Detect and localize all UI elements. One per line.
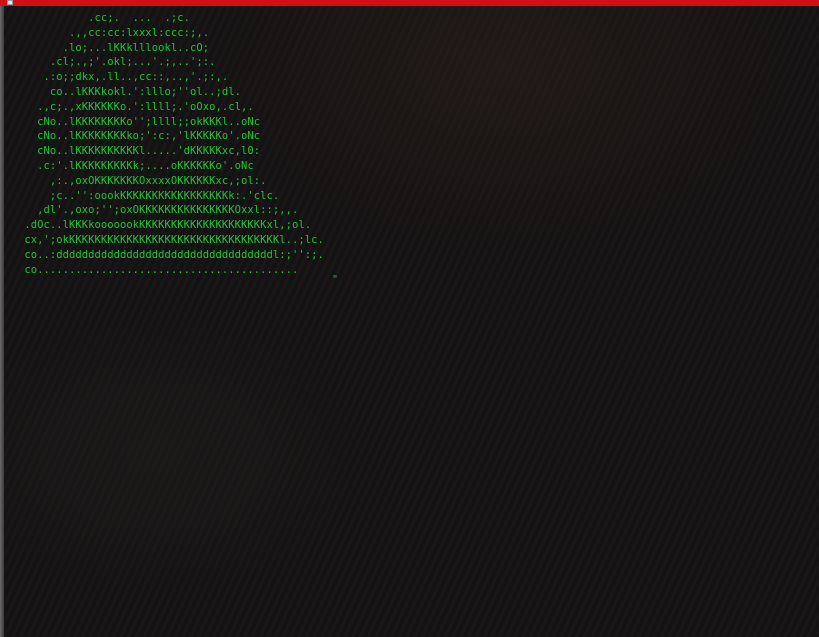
ascii-line: co......................................… bbox=[18, 263, 299, 276]
ascii-line: cx,';okKKKKKKKKKKKKKKKKKKKKKKKKKKKKKKKKK… bbox=[18, 233, 324, 246]
ascii-line: co..:ddddddddddddddddddddddddddddddddddl… bbox=[18, 248, 324, 261]
ascii-line: .cl;.,;'.okl;...'.;,..';:. bbox=[18, 56, 216, 69]
ascii-line: .lo;...lKKklllookl..cO; bbox=[18, 41, 210, 54]
ascii-art-output: .cc;. ... .;c. .,,cc:cc:lxxxl:ccc:;,. .l… bbox=[18, 11, 324, 277]
ascii-line: cNo..lKKKKKKKKo'';llll;;okKKKl..oNc bbox=[18, 115, 261, 128]
terminal-cursor-mark: " bbox=[332, 274, 339, 285]
ascii-line: .,c;.,xKKKKKKo.':llll;.'oOxo,.cl,. bbox=[18, 100, 254, 113]
ascii-line: ;c..'':oookKKKKKKKKKKKKKKKKKk:.'clc. bbox=[18, 189, 280, 202]
ascii-line: cNo..lKKKKKKKKKKl.....'dKKKKKxc,l0: bbox=[18, 145, 261, 158]
ascii-line: .,,cc:cc:lxxxl:ccc:;,. bbox=[18, 26, 210, 39]
ascii-line: .:o;;dkx,.ll..,cc::,..,'.;:,. bbox=[18, 71, 229, 84]
ascii-line: co..lKKKkokl.':lllo;''ol..;dl. bbox=[18, 85, 242, 98]
ascii-line: ,:.,oxOKKKKKKKOxxxxOKKKKKKxc,;ol:. bbox=[18, 174, 267, 187]
ascii-line: .c:'.lKKKKKKKKKk;....oKKKKKKo'.oNc bbox=[18, 159, 254, 172]
ascii-line: .cc;. ... .;c. bbox=[18, 12, 191, 24]
terminal-window[interactable]: .cc;. ... .;c. .,,cc:cc:lxxxl:ccc:;,. .l… bbox=[4, 6, 819, 637]
ascii-line: .dOc..lKKKkooooookKKKKKKKKKKKKKKKKKKKKxl… bbox=[18, 219, 312, 232]
window-menu-icon[interactable] bbox=[7, 0, 13, 5]
ascii-line: ,dl'.,oxo;'';oxOKKKKKKKKKKKKKKKOxxl::;,,… bbox=[18, 204, 299, 217]
ascii-line: cNo..lKKKKKKKKko;':c:,'lKKKKKo'.oNc bbox=[18, 130, 261, 143]
